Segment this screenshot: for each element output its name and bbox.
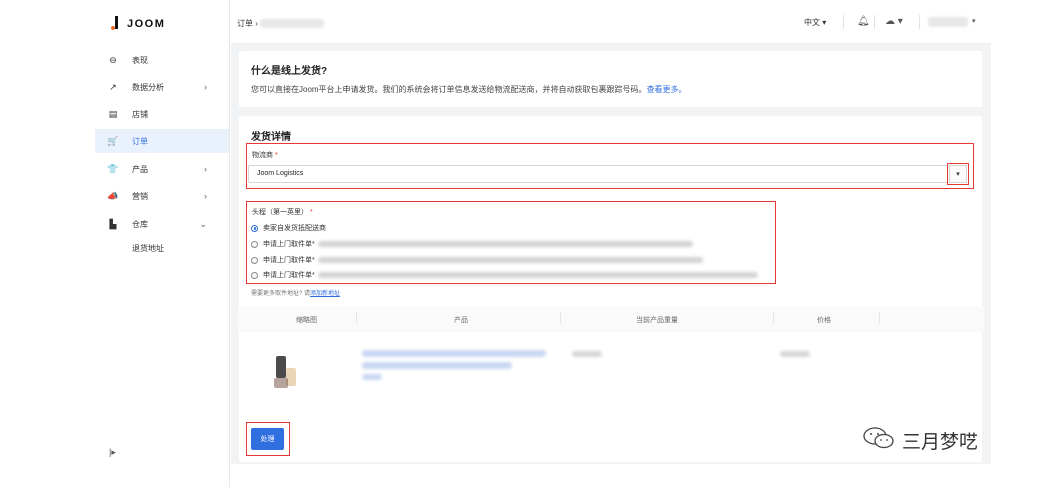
divider [560,312,561,324]
option-label: 申请上门取件单* [263,241,315,248]
column-product: 产品 [454,317,468,324]
joom-logo-icon [111,16,121,32]
store-icon: ▤ [108,108,118,119]
address-hint: 需要更多取件地址? 请添加新地址 [251,288,340,297]
product-title-redacted [362,374,382,380]
first-mile-label: 头程（第一英里） * [252,207,313,217]
sidebar-item-label: 表现 [132,55,148,65]
topbar: 订单 › 中文 ▾ 🔔︎ ☁︎ ▾ ▾ [231,0,991,44]
joom-logo[interactable]: JOOM [111,16,165,32]
sidebar-item-label: 营销 [132,191,148,201]
sidebar-item-label: 仓库 [132,219,148,229]
info-description: 您可以直接在Joom平台上申请发货。我们的系统会将订单信息发送给物流配送商，并将… [251,84,687,95]
column-thumbnail: 缩略图 [296,317,317,324]
wechat-icon [862,426,896,455]
radio-icon[interactable] [251,240,258,248]
column-weight: 当前产品重量 [636,317,678,324]
chevron-right-icon: › [204,191,207,201]
bell-icon[interactable]: 🔔︎ [857,16,870,27]
breadcrumb-separator: › [255,19,258,28]
option-address-redacted [317,257,703,263]
info-title: 什么是线上发货? [251,66,328,77]
first-mile-option[interactable]: 申请上门取件单* [251,255,703,265]
megaphone-icon: 📣 [107,190,119,201]
info-description-text: 您可以直接在Joom平台上申请发货。我们的系统会将订单信息发送给物流配送商，并将… [251,85,647,94]
cloud-icon[interactable]: ☁︎ ▾ [885,16,903,27]
divider [773,312,774,324]
sidebar: JOOM ⊖ 表现 ↗ 数据分析 › ▤ 店铺 🛒 订单 👕 产品 › 📣 营销… [95,0,230,487]
radio-icon[interactable] [251,271,258,279]
brand-name: JOOM [127,18,166,30]
product-title-redacted [362,350,546,357]
learn-more-link[interactable]: 查看更多。 [647,85,687,94]
sidebar-item-products[interactable]: 👕 产品 › [107,157,219,181]
user-account-redacted[interactable] [928,17,968,27]
divider [843,15,844,29]
cart-icon: 🛒 [107,135,119,146]
sidebar-item-orders[interactable]: 🛒 订单 [95,129,229,153]
radio-icon[interactable] [251,256,258,264]
first-mile-option[interactable]: 卖家自发货抵配送商 [251,223,326,233]
first-mile-option[interactable]: 申请上门取件单* [251,239,693,249]
option-address-redacted [317,272,758,278]
sidebar-item-label: 订单 [132,136,148,146]
product-thumbnail[interactable] [270,352,304,392]
online-shipping-info-card: 什么是线上发货? 您可以直接在Joom平台上申请发货。我们的系统会将订单信息发送… [239,51,982,107]
shipping-details-title: 发货详情 [251,132,291,143]
first-mile-label-text: 头程（第一英里） [252,209,308,216]
option-label: 申请上门取件单* [263,272,315,279]
sidebar-item-label: 产品 [132,164,148,174]
divider [874,15,875,29]
carrier-select[interactable]: Joom Logistics [248,165,948,183]
sidebar-subitem-return-address[interactable]: 退货地址 [132,243,164,254]
product-weight-redacted [572,351,602,357]
product-title-redacted [362,362,512,369]
breadcrumb-order-id-redacted [260,19,325,29]
option-address-redacted [317,241,693,247]
sidebar-item-label: 店铺 [132,109,148,119]
hint-text: 需要更多取件地址? 请 [251,291,311,297]
carrier-field-wrap: Joom Logistics ▾ [244,143,974,189]
watermark-text: 三月梦呓 [902,432,979,453]
column-price: 价格 [817,317,831,324]
chevron-down-icon[interactable]: ▾ [972,17,976,25]
sidebar-item-store[interactable]: ▤ 店铺 [107,102,219,126]
breadcrumb-orders[interactable]: 订单 [237,19,253,28]
carrier-selected-value: Joom Logistics [257,170,304,177]
chevron-right-icon: › [204,164,207,174]
dashboard-icon: ⊖ [109,54,117,65]
product-table-header [238,306,984,332]
process-button[interactable]: 处理 [251,428,284,450]
watermark: 三月梦呓 [862,426,978,455]
dropdown-button-highlight [947,163,969,185]
sidebar-item-marketing[interactable]: 📣 营销 › [107,184,219,208]
sidebar-item-label: 数据分析 [132,82,164,92]
option-label: 申请上门取件单* [263,257,315,264]
option-label: 卖家自发货抵配送商 [263,225,326,232]
sidebar-item-warehouse[interactable]: ▙ 仓库 ⌄ [107,212,219,236]
shirt-icon: 👕 [107,163,119,174]
required-marker: * [309,209,313,216]
divider [879,312,880,324]
warehouse-icon: ▙ [109,218,117,229]
divider [356,312,357,324]
first-mile-option[interactable]: 申请上门取件单* [251,270,758,280]
chevron-right-icon: › [204,82,207,92]
sidebar-item-performance[interactable]: ⊖ 表现 [107,48,219,72]
product-price-redacted [780,351,810,357]
language-selector[interactable]: 中文 ▾ [804,17,826,28]
divider [919,15,920,29]
sidebar-item-analytics[interactable]: ↗ 数据分析 › [107,75,219,99]
radio-selected-icon[interactable] [251,224,258,232]
breadcrumb: 订单 › [237,18,325,29]
analytics-icon: ↗ [109,81,117,92]
add-address-link[interactable]: 添加新地址 [310,291,340,297]
collapse-sidebar-icon[interactable]: |▸ [109,447,116,458]
chevron-down-icon: ⌄ [199,218,207,229]
